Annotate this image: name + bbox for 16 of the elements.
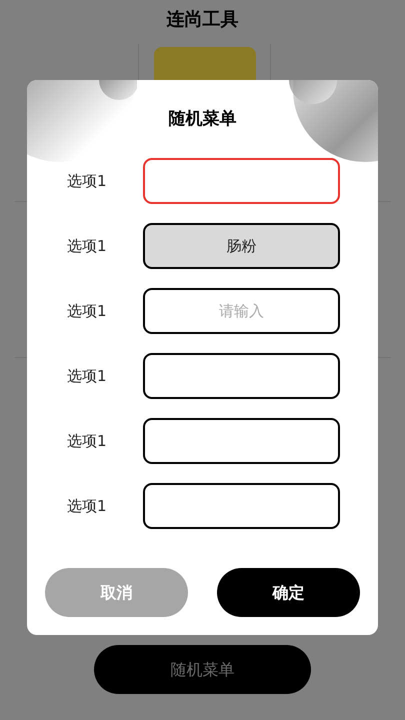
random-menu-button[interactable]: 随机菜单 [94,645,311,694]
option-input[interactable] [143,353,340,399]
option-label: 选项1 [66,366,108,387]
option-label: 选项1 [66,300,108,322]
page-title: 连尚工具 [166,8,238,32]
option-input[interactable] [143,158,340,204]
option-input[interactable]: 肠粉 [143,223,340,269]
option-label: 选项1 [66,236,108,257]
option-input[interactable] [143,418,340,464]
option-label: 选项1 [66,430,108,452]
option-label: 选项1 [66,496,108,517]
option-input[interactable]: 请输入 [143,288,340,334]
dialog-title: 随机菜单 [168,108,238,131]
option-input[interactable] [143,483,340,529]
confirm-button[interactable]: 确定 [217,568,360,617]
option-label: 选项1 [66,170,108,192]
